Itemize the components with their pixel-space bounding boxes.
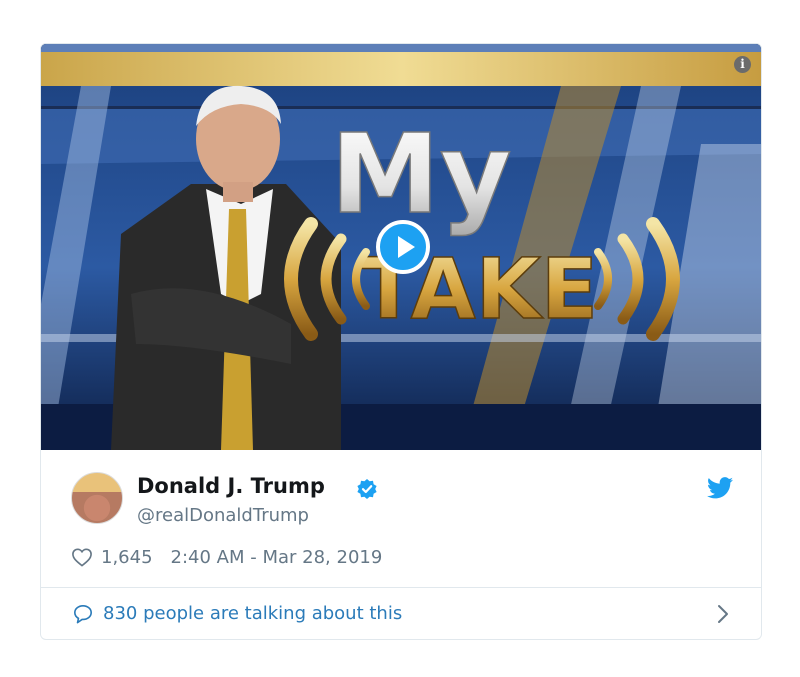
title-my: My <box>330 110 511 238</box>
tweet-timestamp[interactable]: 2:40 AM - Mar 28, 2019 <box>171 547 383 568</box>
verified-badge-icon <box>357 479 377 499</box>
play-button[interactable] <box>376 220 430 274</box>
chevron-right-icon[interactable] <box>717 604 729 624</box>
user-handle[interactable]: @realDonaldTrump <box>137 505 309 526</box>
conversation-count-text[interactable]: 830 people are talking about this <box>103 603 402 624</box>
twitter-bird-icon[interactable] <box>707 477 733 499</box>
info-icon[interactable]: i <box>734 56 751 73</box>
tweet-embed-card: My TAKE i Donald J. Trump @realDonaldTru… <box>40 43 762 640</box>
tweet-meta: 1,645 2:40 AM - Mar 28, 2019 <box>71 542 382 572</box>
avatar[interactable] <box>71 472 123 524</box>
user-name[interactable]: Donald J. Trump <box>137 474 325 498</box>
conversation-link[interactable]: 830 people are talking about this <box>41 588 761 639</box>
tweet-header: Donald J. Trump @realDonaldTrump <box>41 450 761 540</box>
video-thumbnail[interactable]: My TAKE i <box>41 44 761 450</box>
speech-bubble-icon <box>74 605 92 624</box>
heart-icon[interactable] <box>71 547 93 567</box>
like-count[interactable]: 1,645 <box>101 547 153 568</box>
